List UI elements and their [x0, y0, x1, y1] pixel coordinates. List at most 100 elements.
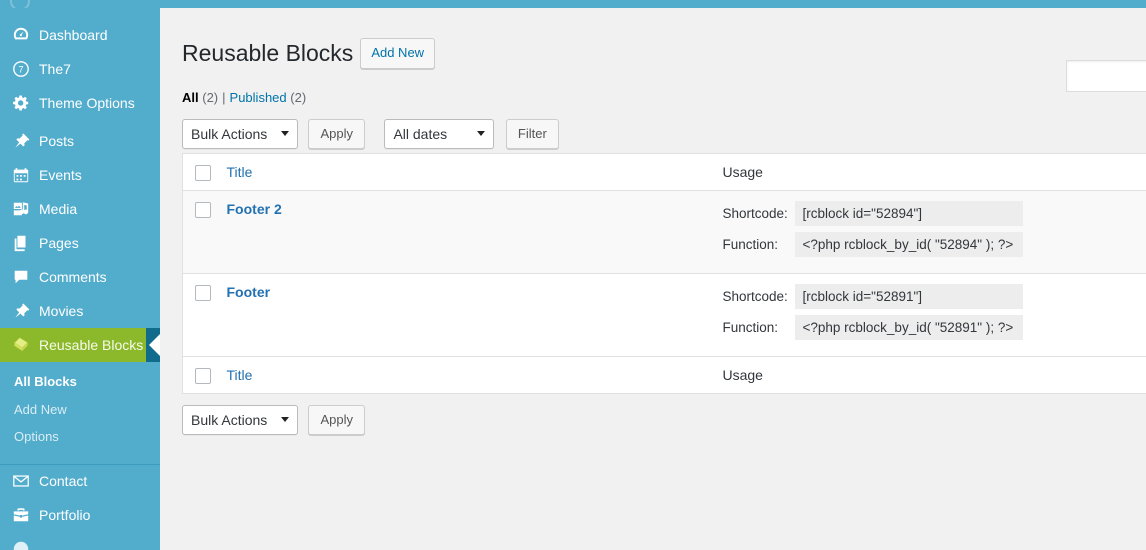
filter-button[interactable]: Filter [505, 118, 559, 149]
table-row: Footer 2 Shortcode: [rcblock id="52894"]… [182, 190, 1146, 274]
briefcase-icon [12, 506, 30, 524]
sort-by-title-link[interactable]: Title [227, 164, 253, 180]
column-footer-title: Title [226, 355, 723, 394]
row-title-cell: Footer 2 [227, 190, 723, 273]
sidebar-item-label: Contact [39, 473, 88, 490]
the7-icon: 7 [12, 60, 30, 78]
row-usage-cell: Shortcode: [rcblock id="52891"] Function… [722, 272, 1146, 357]
row-title-link[interactable]: Footer 2 [227, 201, 282, 217]
sidebar-item-movies[interactable]: Movies [0, 294, 160, 328]
sidebar-item-theme-options[interactable]: Theme Options [0, 86, 160, 120]
sidebar-item-events[interactable]: Events [0, 158, 160, 192]
pin-icon [12, 132, 30, 150]
sidebar-item-dashboard[interactable]: Dashboard [0, 18, 160, 52]
select-all-header [182, 153, 227, 191]
sidebar-item-the7[interactable]: 7 The7 [0, 52, 160, 86]
shortcode-label: Shortcode: [722, 288, 788, 304]
sidebar-item-label: Comments [39, 269, 107, 285]
shortcode-field[interactable]: [rcblock id="52894"] [794, 200, 1023, 226]
dates-filter-select[interactable]: All dates [384, 118, 495, 149]
bulk-actions-select-wrap-bottom: Bulk Actions [182, 404, 298, 435]
sidebar-item-label: Theme Options [39, 95, 135, 111]
apply-button-top[interactable]: Apply [308, 118, 365, 149]
sidebar-item-reusable-blocks[interactable]: Reusable Blocks [0, 328, 146, 362]
sidebar-item-label: Portfolio [39, 506, 91, 523]
row-checkbox[interactable] [195, 201, 211, 218]
submenu-item-options[interactable]: Options [0, 423, 160, 451]
reusable-blocks-table: Title Usage Footer 2 Shortcode: [rcblock… [182, 152, 1146, 394]
comment-icon [12, 268, 30, 286]
sidebar-item-portfolio[interactable]: Portfolio [0, 498, 160, 532]
blocks-icon [12, 336, 30, 354]
select-all-checkbox-bottom[interactable] [195, 367, 211, 384]
apply-button-bottom[interactable]: Apply [308, 404, 365, 435]
tablenav-bottom: Bulk Actions Apply [182, 394, 1126, 435]
search-input[interactable] [1066, 60, 1146, 92]
calendar-icon [12, 166, 30, 184]
sort-by-title-link-bottom[interactable]: Title [227, 367, 253, 383]
pin-icon [12, 302, 30, 320]
content-area: Reusable Blocks Add New All (2) | Published… [160, 8, 1146, 550]
sidebar-item-media[interactable]: Media [0, 192, 160, 226]
column-footer-usage: Usage [722, 355, 1146, 394]
sidebar-item-reusable-blocks-wrap: Reusable Blocks [0, 328, 160, 362]
view-published-link[interactable]: Published [230, 90, 287, 105]
circle-icon [12, 540, 30, 550]
sidebar-item-label: The7 [39, 61, 71, 77]
row-title-link[interactable]: Footer [227, 284, 271, 300]
sidebar-item-contact[interactable]: Contact [0, 463, 160, 498]
sidebar-submenu-reusable-blocks: All Blocks Add New Options [0, 362, 160, 459]
wrap: Reusable Blocks Add New All (2) | Published… [160, 8, 1146, 435]
bulk-actions-select-top[interactable]: Bulk Actions [182, 118, 298, 149]
sidebar-item-comments[interactable]: Comments [0, 260, 160, 294]
page-title: Reusable Blocks [182, 40, 354, 66]
view-published-count: (2) [290, 89, 307, 105]
views-divider: | [222, 89, 226, 105]
bulk-actions-select-wrap: Bulk Actions [182, 118, 298, 149]
sidebar-item-partial[interactable] [0, 532, 160, 550]
sidebar-item-label: Events [39, 167, 82, 183]
sidebar-item-posts[interactable]: Posts [0, 124, 160, 158]
column-header-usage: Usage [722, 153, 1146, 191]
media-icon [12, 200, 30, 218]
gear-icon [12, 94, 30, 112]
row-checkbox[interactable] [195, 284, 211, 301]
tablenav-top: Bulk Actions Apply All dates Filter [182, 113, 1126, 151]
submenu-item-add-new[interactable]: Add New [0, 396, 160, 424]
column-header-title: Title [226, 153, 723, 191]
function-line: Function: <?php rcblock_by_id( "52894" )… [722, 231, 1146, 257]
select-all-checkbox-top[interactable] [195, 164, 211, 181]
add-new-button[interactable]: Add New [360, 38, 436, 69]
admin-sidebar: Dashboard 7 The7 Theme Options Posts Eve… [0, 8, 160, 550]
table-foot: Title Usage [182, 355, 1146, 394]
sidebar-item-label: Reusable Blocks [39, 337, 144, 353]
row-checkbox-cell [182, 272, 227, 357]
function-line: Function: <?php rcblock_by_id( "52891" )… [722, 314, 1146, 340]
dates-select-wrap: All dates [384, 118, 495, 149]
function-field[interactable]: <?php rcblock_by_id( "52894" ); ?> [794, 231, 1023, 257]
sidebar-item-label: Media [39, 201, 78, 217]
shortcode-field[interactable]: [rcblock id="52891"] [794, 283, 1023, 309]
sidebar-item-label: Dashboard [39, 27, 108, 43]
shortcode-label: Shortcode: [722, 205, 788, 221]
search-box [1066, 60, 1146, 92]
function-label: Function: [722, 236, 779, 252]
envelope-icon [12, 472, 30, 490]
submenu-item-all-blocks[interactable]: All Blocks [0, 368, 160, 396]
pages-icon [12, 234, 30, 252]
table-head: Title Usage [182, 153, 1146, 191]
chevron-left-icon [149, 334, 160, 356]
svg-text:7: 7 [18, 65, 23, 75]
sidebar-item-pages[interactable]: Pages [0, 226, 160, 260]
view-all-link[interactable]: All [182, 90, 199, 105]
shortcode-line: Shortcode: [rcblock id="52894"] [722, 200, 1146, 226]
shortcode-line: Shortcode: [rcblock id="52891"] [722, 283, 1146, 309]
view-published: Published (2) [230, 90, 307, 105]
view-all: All (2) | [182, 90, 230, 105]
bulk-actions-select-bottom[interactable]: Bulk Actions [182, 404, 298, 435]
table-body: Footer 2 Shortcode: [rcblock id="52894"]… [182, 190, 1146, 357]
function-field[interactable]: <?php rcblock_by_id( "52891" ); ?> [794, 314, 1023, 340]
function-label: Function: [722, 319, 779, 335]
views-list: All (2) | Published (2) [182, 85, 1126, 111]
sidebar-item-label: Pages [39, 235, 79, 251]
